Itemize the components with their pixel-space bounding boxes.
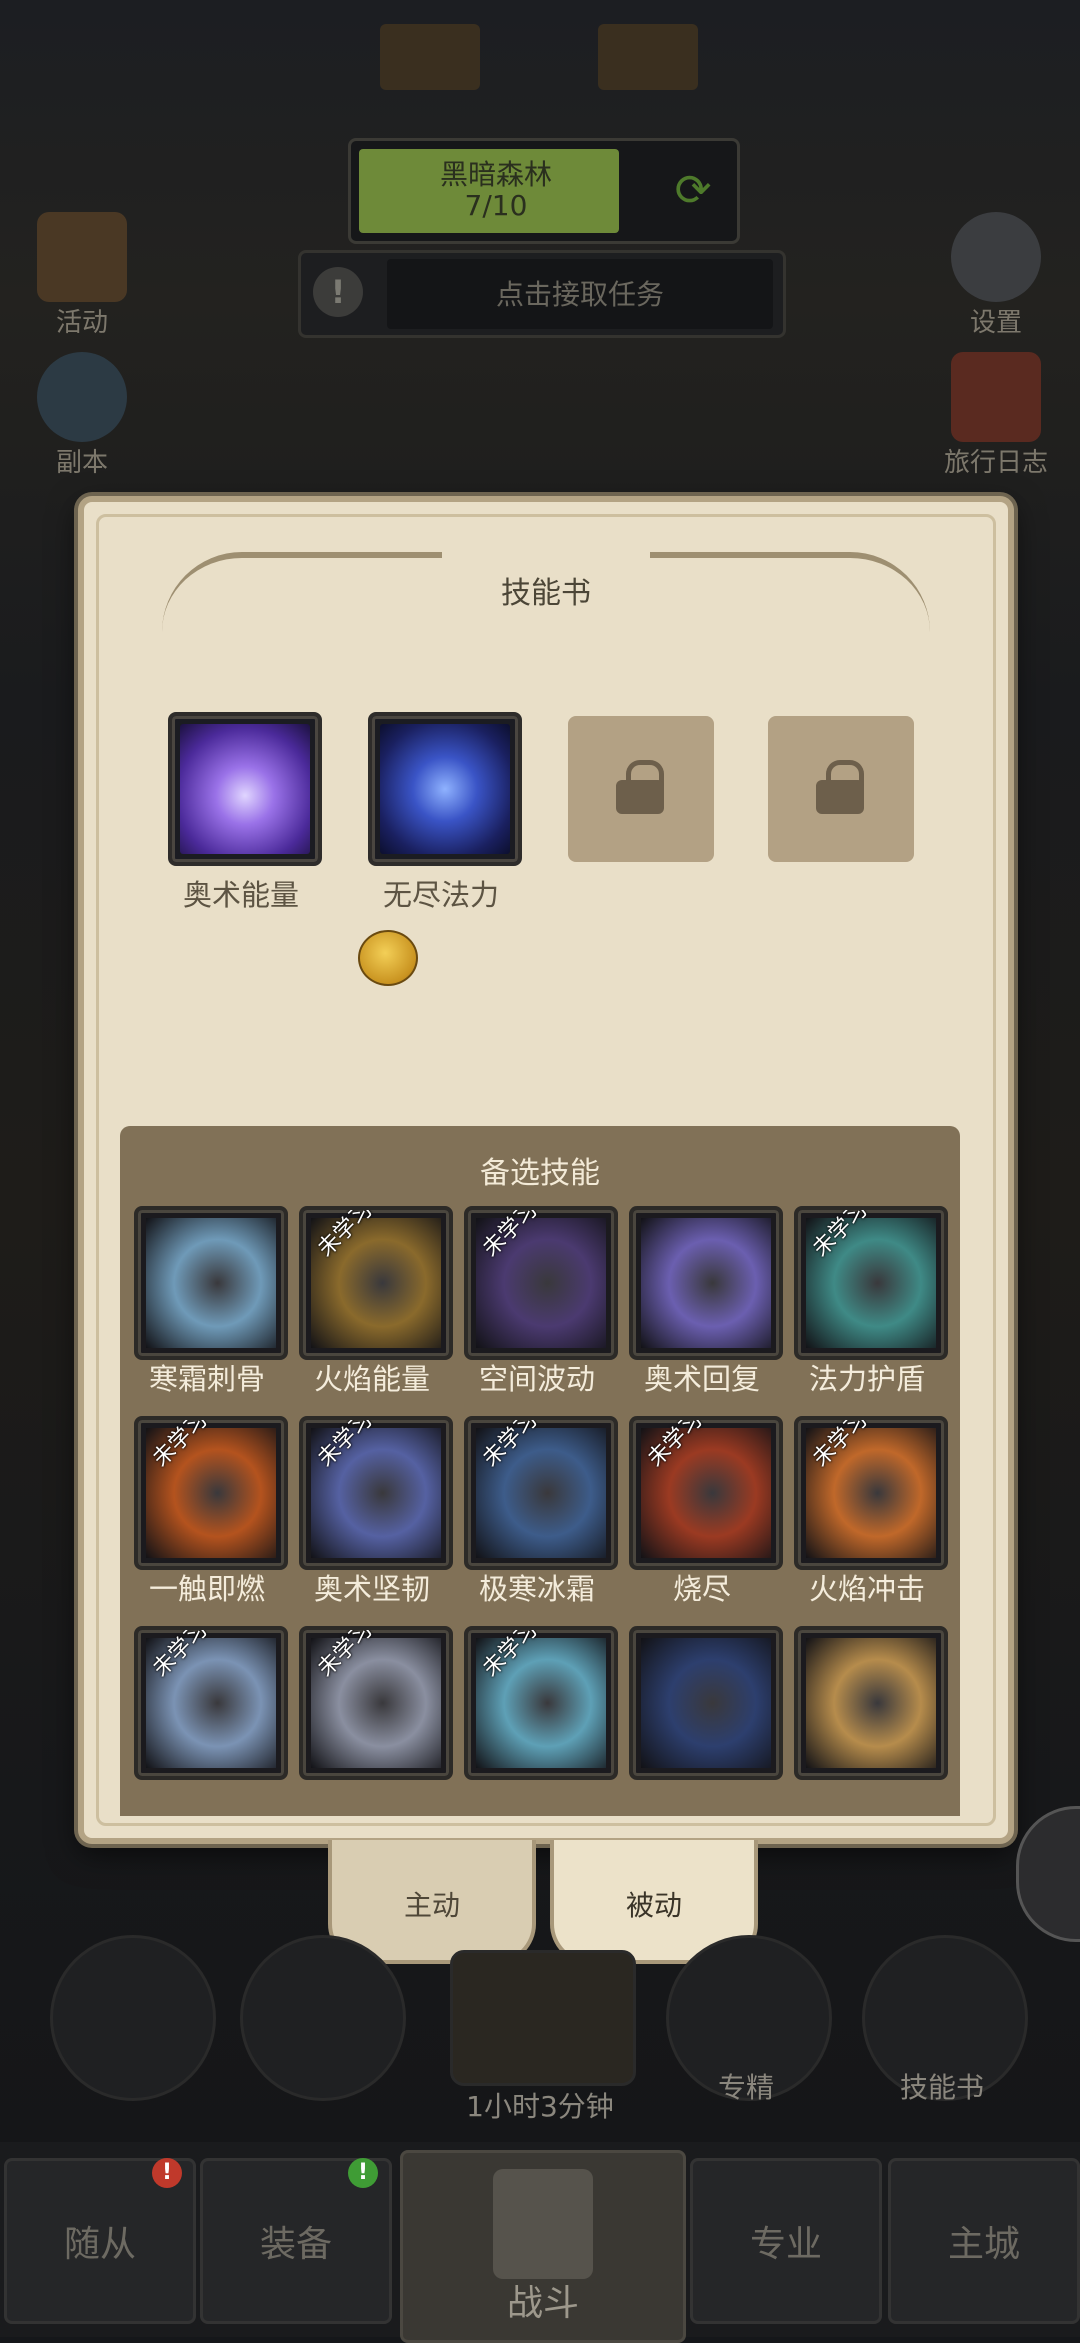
nav-main-city-label: 主城 xyxy=(947,2224,1020,2265)
equipped-slot-1[interactable] xyxy=(168,712,322,866)
activity-label: 活动 xyxy=(55,308,108,338)
settings-label: 设置 xyxy=(969,308,1022,338)
skill-cell[interactable]: 未学习 xyxy=(464,1416,618,1570)
top-banner-left xyxy=(380,24,480,90)
scroll-icon xyxy=(37,212,127,302)
specialization-label: 专精 xyxy=(717,2071,774,2104)
gear-icon xyxy=(951,212,1041,302)
food-button[interactable] xyxy=(240,1935,406,2101)
book-icon xyxy=(951,352,1041,442)
exclamation-icon: ! xyxy=(313,267,363,317)
skill-cell[interactable] xyxy=(134,1206,288,1360)
dungeon-button[interactable]: 副本 xyxy=(22,352,142,479)
equipped-label-2: 无尽法力 xyxy=(382,878,499,912)
skill-cell[interactable]: 未学习 xyxy=(299,1206,453,1360)
equipped-label-1: 奥术能量 xyxy=(182,878,299,912)
activity-button[interactable]: 活动 xyxy=(22,212,142,339)
skill-cell[interactable] xyxy=(629,1206,783,1360)
skill-cell[interactable]: 未学习 xyxy=(794,1206,948,1360)
skill-cell[interactable]: 未学习 xyxy=(134,1416,288,1570)
top-banner-right xyxy=(598,24,698,90)
nav-profession-label: 专业 xyxy=(749,2224,822,2265)
skill-label: 火焰冲击 xyxy=(808,1572,925,1606)
skill-cell[interactable]: 未学习 xyxy=(134,1626,288,1780)
alternative-skills-panel: 备选技能 寒霜刺骨 未学习 火焰能量 未学习 空间波动 奥术回复 未学习 法力护盾 未学习 一触即… xyxy=(120,1126,960,1816)
nav-battle[interactable]: 战斗 xyxy=(400,2150,686,2343)
locked-slot-3[interactable] xyxy=(568,716,714,862)
dungeon-label: 副本 xyxy=(55,448,108,478)
followers-alert-badge: ! xyxy=(152,2158,182,2188)
tab-active-label: 主动 xyxy=(403,1889,460,1922)
skill-label: 空间波动 xyxy=(478,1362,595,1396)
skill-label: 一触即燃 xyxy=(148,1572,265,1606)
travel-log-button[interactable]: 旅行日志 xyxy=(926,352,1066,479)
tab-passive-label: 被动 xyxy=(625,1889,682,1922)
crossed-swords-icon xyxy=(493,2169,593,2279)
equipment-alert-badge: ! xyxy=(348,2158,378,2188)
zone-progress-text: 7/10 xyxy=(464,189,528,222)
gold-coin-icon[interactable] xyxy=(358,930,418,986)
zone-progress-bar[interactable]: 黑暗森林 7/10 ⟳ xyxy=(348,138,740,244)
potion-button[interactable] xyxy=(50,1935,216,2101)
settings-button[interactable]: 设置 xyxy=(936,212,1056,339)
skill-cell[interactable]: 未学习 xyxy=(299,1626,453,1780)
dialog-title: 技能书 xyxy=(501,576,591,611)
skill-icon xyxy=(641,1638,771,1768)
skill-label: 奥术回复 xyxy=(643,1362,760,1396)
skill-cell[interactable]: 未学习 xyxy=(629,1416,783,1570)
skill-label: 烧尽 xyxy=(672,1572,731,1606)
skill-label: 火焰能量 xyxy=(313,1362,430,1396)
skill-label: 极寒冰霜 xyxy=(478,1572,595,1606)
portal-icon xyxy=(37,352,127,442)
nav-main-city[interactable]: 主城 xyxy=(888,2158,1080,2324)
skill-label: 法力护盾 xyxy=(808,1362,925,1396)
skill-cell[interactable]: 未学习 xyxy=(794,1416,948,1570)
nav-battle-label: 战斗 xyxy=(506,2283,579,2324)
skill-icon xyxy=(641,1218,771,1348)
alternative-skills-title: 备选技能 xyxy=(480,1156,600,1191)
arcane-energy-icon xyxy=(180,724,310,854)
treasure-chest-icon[interactable] xyxy=(450,1950,636,2086)
skill-book-dialog: 技能书 奥术能量 无尽法力 备选技能 寒霜刺骨 未学习 火焰能量 未学习 空间波动 奥术回… xyxy=(78,496,1014,1844)
lock-icon xyxy=(816,760,864,814)
travel-log-label: 旅行日志 xyxy=(943,448,1048,478)
skill-cell[interactable]: 未学习 xyxy=(464,1626,618,1780)
skill-icon xyxy=(146,1218,276,1348)
lock-icon xyxy=(616,760,664,814)
skill-cell[interactable] xyxy=(794,1626,948,1780)
nav-profession[interactable]: 专业 xyxy=(690,2158,882,2324)
skill-icon xyxy=(806,1638,936,1768)
zone-name: 黑暗森林 xyxy=(439,158,552,191)
locked-slot-4[interactable] xyxy=(768,716,914,862)
refresh-icon[interactable]: ⟳ xyxy=(663,161,723,221)
skill-label: 寒霜刺骨 xyxy=(148,1362,265,1396)
chest-timer: 1小时3分钟 xyxy=(466,2090,614,2123)
skill-book-label: 技能书 xyxy=(899,2071,984,2104)
skill-cell[interactable] xyxy=(629,1626,783,1780)
equipped-slot-2[interactable] xyxy=(368,712,522,866)
quest-text: 点击接取任务 xyxy=(495,278,664,311)
quest-bar[interactable]: ! 点击接取任务 xyxy=(298,250,786,338)
skill-cell[interactable]: 未学习 xyxy=(464,1206,618,1360)
skill-cell[interactable]: 未学习 xyxy=(299,1416,453,1570)
skill-label: 奥术坚韧 xyxy=(313,1572,430,1606)
endless-mana-icon xyxy=(380,724,510,854)
